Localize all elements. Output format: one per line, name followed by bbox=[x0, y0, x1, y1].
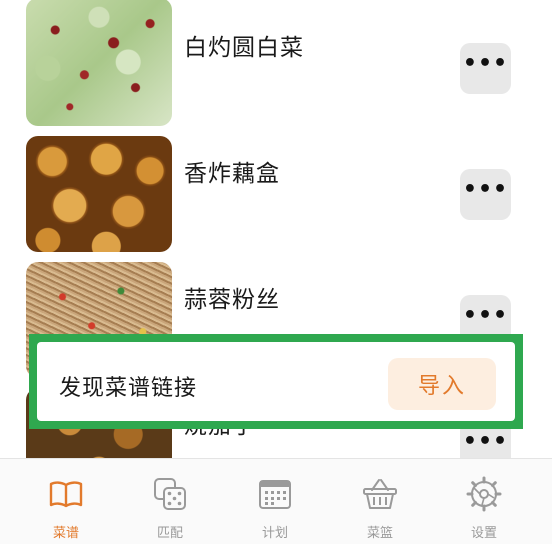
tab-settings[interactable]: 设置 bbox=[434, 459, 534, 545]
tab-basket[interactable]: 菜篮 bbox=[330, 459, 430, 545]
basket-icon bbox=[363, 479, 397, 509]
popup-card: 发现菜谱链接 导入 bbox=[37, 342, 515, 421]
tab-match[interactable]: 匹配 bbox=[120, 459, 220, 545]
recipe-name: 蒜蓉粉丝 bbox=[184, 287, 280, 313]
recipe-item[interactable]: 香炸藕盒 ••• bbox=[0, 126, 552, 252]
dice-icon bbox=[154, 478, 186, 510]
recipe-thumbnail bbox=[26, 0, 172, 126]
tab-recipes[interactable]: 菜谱 bbox=[16, 459, 116, 545]
tab-label: 计划 bbox=[261, 526, 288, 541]
recipe-item[interactable]: 白灼圆白菜 ••• bbox=[0, 0, 552, 126]
recipe-name: 白灼圆白菜 bbox=[184, 35, 304, 61]
tab-label: 设置 bbox=[470, 526, 497, 541]
tab-plan[interactable]: 计划 bbox=[225, 459, 325, 545]
book-icon bbox=[49, 481, 83, 508]
recipe-name: 香炸藕盒 bbox=[184, 161, 280, 187]
tab-label: 匹配 bbox=[156, 526, 183, 541]
calendar-icon bbox=[259, 480, 291, 509]
tab-label: 菜谱 bbox=[52, 526, 79, 541]
import-button[interactable]: 导入 bbox=[388, 358, 496, 410]
popup-label: 发现菜谱链接 bbox=[59, 376, 198, 401]
tab-bar: 菜谱 匹配 计划 菜篮 设置 bbox=[0, 458, 552, 544]
gear-icon bbox=[466, 476, 502, 512]
more-options-button[interactable]: ••• bbox=[460, 169, 511, 220]
recipe-thumbnail bbox=[26, 136, 172, 252]
tab-label: 菜篮 bbox=[366, 526, 393, 541]
recipe-link-popup: 发现菜谱链接 导入 bbox=[29, 334, 523, 429]
more-options-button[interactable]: ••• bbox=[460, 43, 511, 94]
